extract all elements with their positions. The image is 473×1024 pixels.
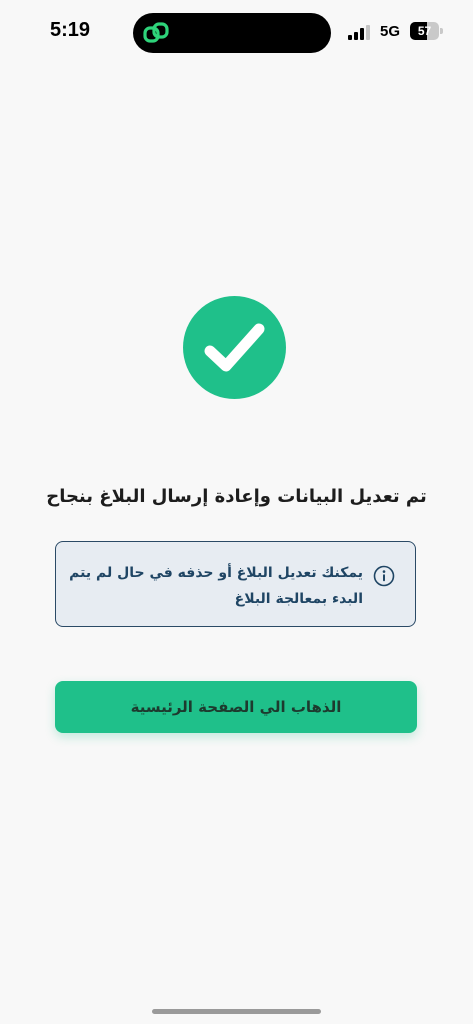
signal-strength-icon bbox=[348, 24, 370, 40]
home-indicator[interactable] bbox=[152, 1009, 321, 1014]
info-notice: يمكنك تعديل البلاغ أو حذفه في حال لم يتم… bbox=[55, 541, 416, 627]
dynamic-island bbox=[133, 13, 331, 53]
checkmark-circle-icon bbox=[183, 296, 286, 399]
link-rings-icon bbox=[143, 22, 169, 43]
status-time: 5:19 bbox=[50, 19, 91, 41]
network-type: 5G bbox=[380, 23, 401, 40]
info-text: يمكنك تعديل البلاغ أو حذفه في حال لم يتم… bbox=[68, 560, 363, 612]
info-text-line: يمكنك تعديل البلاغ أو حذفه في حال لم يتم bbox=[69, 565, 363, 581]
go-home-button-label: الذهاب الي الصفحة الرئيسية bbox=[130, 698, 342, 716]
success-message: تم تعديل البيانات وإعادة إرسال البلاغ بن… bbox=[46, 486, 427, 507]
info-text-line: البدء بمعالجة البلاغ bbox=[234, 591, 363, 607]
battery-percent: 57 bbox=[417, 24, 432, 38]
go-home-button[interactable]: الذهاب الي الصفحة الرئيسية bbox=[55, 681, 417, 733]
info-icon bbox=[373, 565, 395, 587]
status-bar: 5:19 5G 57 bbox=[0, 0, 473, 64]
battery-icon: 57 bbox=[410, 22, 444, 40]
